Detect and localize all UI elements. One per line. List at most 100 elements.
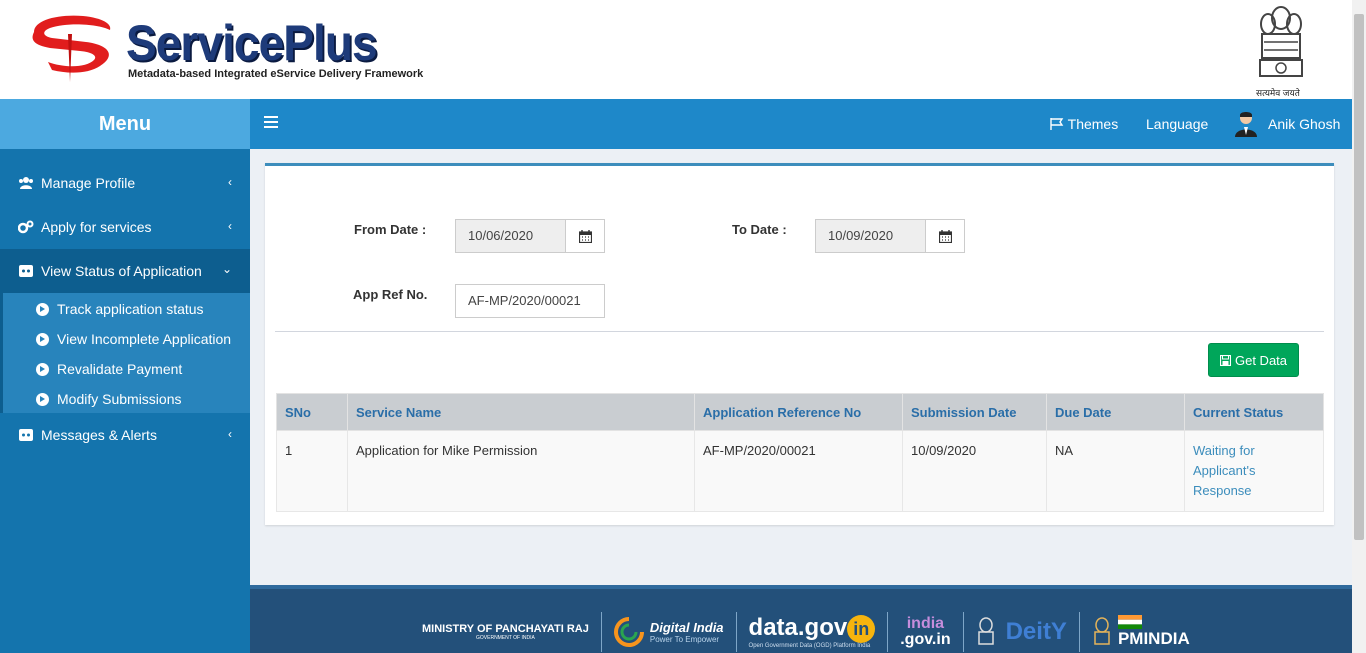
chevron-left-icon: ‹ [228,219,232,233]
view-status-submenu: Track application status View Incomplete… [0,293,250,413]
national-emblem-icon [1259,6,1303,77]
circle-arrow-icon [36,302,49,316]
table-header-row: SNo Service Name Application Reference N… [276,393,1324,431]
pmindia-logo[interactable]: PMINDIA [1080,612,1202,652]
col-submission-date: Submission Date [902,393,1047,431]
app-ref-label: App Ref No. [353,287,428,302]
sidebar-item-apply-services[interactable]: Apply for services ‹ [0,205,250,249]
sidebar-item-view-status[interactable]: View Status of Application ⌄ [0,249,250,293]
top-navbar: Themes Language Anik Ghosh [250,99,1366,149]
application-status-table: SNo Service Name Application Reference N… [276,393,1324,512]
sidebar: Menu Manage Profile ‹ Apply for services… [0,99,250,653]
to-date-group: 10/09/2020 [815,219,965,253]
submenu-revalidate-payment[interactable]: Revalidate Payment [36,354,182,384]
site-header: ServicePlus Metadata-based Integrated eS… [0,0,1366,99]
col-due-date: Due Date [1046,393,1185,431]
flag-icon [1050,118,1064,130]
scrollbar-thumb[interactable] [1354,14,1364,540]
chevron-left-icon: ‹ [228,175,232,189]
brand-tagline: Metadata-based Integrated eService Deliv… [128,68,424,80]
app-ref-input[interactable]: AF-MP/2020/00021 [455,284,605,318]
submenu-label: Revalidate Payment [57,361,183,377]
chevron-left-icon: ‹ [228,427,232,441]
panchayati-raj-logo[interactable]: MINISTRY OF PANCHAYATI RAJ GOVERNMENT OF… [410,612,602,652]
themes-label: Themes [1067,116,1119,132]
chevron-down-icon: ⌄ [221,262,232,276]
submenu-label: View Incomplete Application [57,331,232,347]
pmindia-text: PMINDIA [1117,629,1190,648]
to-date-input[interactable]: 10/09/2020 [815,219,926,253]
sidebar-item-label: Messages & Alerts [41,427,157,443]
submenu-modify-submissions[interactable]: Modify Submissions [36,384,182,414]
digital-india-logo[interactable]: Digital India Power To Empower [602,612,737,652]
col-sno: SNo [276,393,348,431]
india-gov-logo[interactable]: india .gov.in [888,612,964,652]
digital-india-icon [613,617,644,647]
ministry-name: MINISTRY OF PANCHAYATI RAJ [422,623,589,635]
serviceplus-logo[interactable]: ServicePlus Metadata-based Integrated eS… [28,12,423,87]
user-name-link[interactable]: Anik Ghosh [1268,99,1340,149]
cell-service-name: Application for Mike Permission [347,430,695,512]
india-flag-icon [1117,615,1142,629]
language-link[interactable]: Language [1146,99,1208,149]
get-data-button[interactable]: Get Data [1208,343,1299,377]
sidebar-item-messages-alerts[interactable]: Messages & Alerts ‹ [0,413,250,457]
get-data-label: Get Data [1234,352,1288,368]
cell-submission-date: 10/09/2020 [902,430,1047,512]
hamburger-menu-icon[interactable] [264,116,278,130]
submenu-label: Modify Submissions [57,391,182,407]
users-icon [18,175,34,191]
digital-india-sub: Power To Empower [649,635,720,644]
avatar[interactable] [1235,111,1257,137]
site-footer: MINISTRY OF PANCHAYATI RAJ GOVERNMENT OF… [250,585,1352,653]
col-current-status: Current Status [1184,393,1324,431]
brand-name: ServicePlus [126,15,378,71]
deity-logo[interactable]: DeitY [964,612,1080,652]
to-date-label: To Date : [732,222,787,237]
digital-india-text: Digital India [649,620,724,635]
circle-arrow-icon [36,332,49,346]
col-service-name: Service Name [347,393,695,431]
ministry-sub: GOVERNMENT OF INDIA [476,635,535,641]
partner-logos: MINISTRY OF PANCHAYATI RAJ GOVERNMENT OF… [410,607,1202,653]
sidebar-item-label: View Status of Application [41,263,202,279]
indiagov-bottom: .gov.in [900,631,951,648]
from-date-input[interactable]: 10/06/2020 [455,219,566,253]
submenu-label: Track application status [57,301,204,317]
cell-app-ref: AF-MP/2020/00021 [694,430,903,512]
from-date-calendar-button[interactable] [566,219,605,253]
submenu-incomplete-application[interactable]: View Incomplete Application [36,324,231,354]
calendar-icon [578,229,592,243]
emblem-small-icon [977,617,994,645]
from-date-group: 10/06/2020 [455,219,605,253]
cell-sno: 1 [276,430,348,512]
cell-due-date: NA [1046,430,1185,512]
calendar-icon [938,229,952,243]
messages-icon [18,427,34,443]
col-app-ref: Application Reference No [694,393,903,431]
sidebar-item-manage-profile[interactable]: Manage Profile ‹ [0,161,250,205]
cell-status-link[interactable]: Waiting for Applicant's Response [1184,430,1324,512]
deity-text: DeitY [1005,618,1067,645]
sidebar-item-label: Apply for services [41,219,152,235]
circle-arrow-icon [36,392,49,406]
sidebar-item-label: Manage Profile [41,175,136,191]
save-icon [1219,354,1231,366]
status-icon [18,263,34,279]
divider [275,331,1324,332]
datagov-text: data.gov [748,614,848,641]
cogs-icon [18,219,34,235]
submenu-track-status[interactable]: Track application status [36,294,204,324]
sidebar-title: Menu [0,99,250,149]
indiagov-top: india [906,615,945,632]
emblem-small-icon [1094,617,1110,645]
table-row: 1 Application for Mike Permission AF-MP/… [276,430,1324,512]
to-date-calendar-button[interactable] [926,219,965,253]
sp-logo-icon [32,15,111,82]
status-search-panel: From Date : 10/06/2020 To Date : 10/09/2… [265,163,1334,525]
from-date-label: From Date : [354,222,427,237]
datagov-suffix: in [847,615,876,643]
themes-link[interactable]: Themes [1050,99,1118,149]
datagov-sub: Open Government Data (OGD) Platform Indi… [748,643,871,649]
data-gov-logo[interactable]: data.gov in Open Government Data (OGD) Pl… [737,612,889,652]
